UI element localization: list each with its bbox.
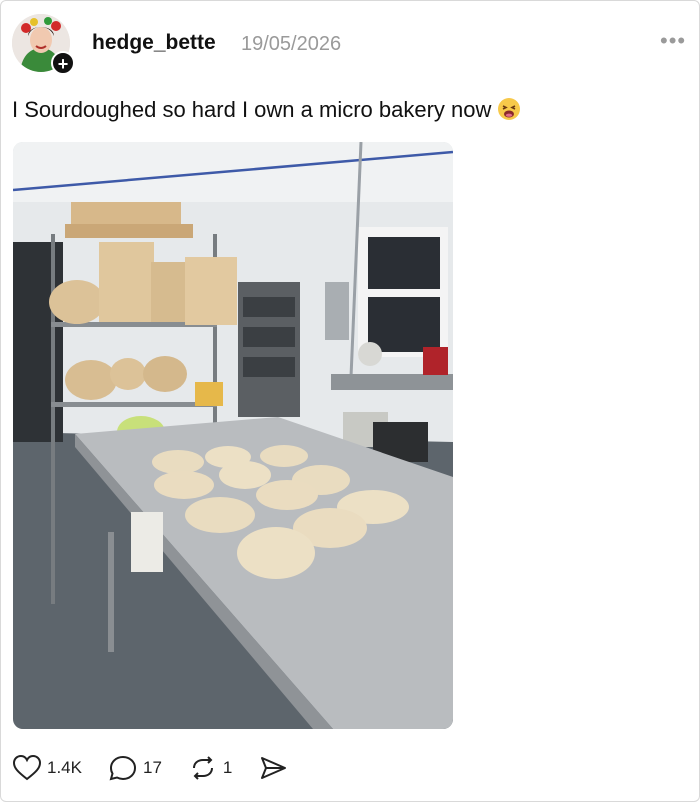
tired-face-emoji-icon [497, 97, 521, 121]
like-button[interactable]: 1.4K [12, 754, 82, 782]
comment-count: 17 [142, 758, 162, 777]
share-button[interactable] [258, 754, 288, 782]
post-photo[interactable] [13, 142, 453, 729]
like-count: 1.4K [47, 758, 82, 777]
repost-button[interactable]: 1 [188, 754, 232, 782]
send-icon [258, 754, 288, 782]
username[interactable]: hedge_bette [92, 31, 216, 55]
post-date: 19/05/2026 [241, 33, 342, 55]
repost-count: 1 [222, 758, 233, 777]
heart-icon [12, 754, 42, 782]
speech-bubble-icon [108, 754, 138, 782]
follow-plus-icon[interactable]: + [51, 51, 75, 75]
post-text-content: I Sourdoughed so hard I own a micro bake… [12, 97, 492, 122]
action-bar: 1.4K 17 1 [12, 752, 314, 784]
post-text: I Sourdoughed so hard I own a micro bake… [12, 97, 521, 123]
repost-icon [188, 754, 218, 782]
comment-button[interactable]: 17 [108, 754, 162, 782]
more-options-icon[interactable]: ••• [660, 28, 686, 54]
